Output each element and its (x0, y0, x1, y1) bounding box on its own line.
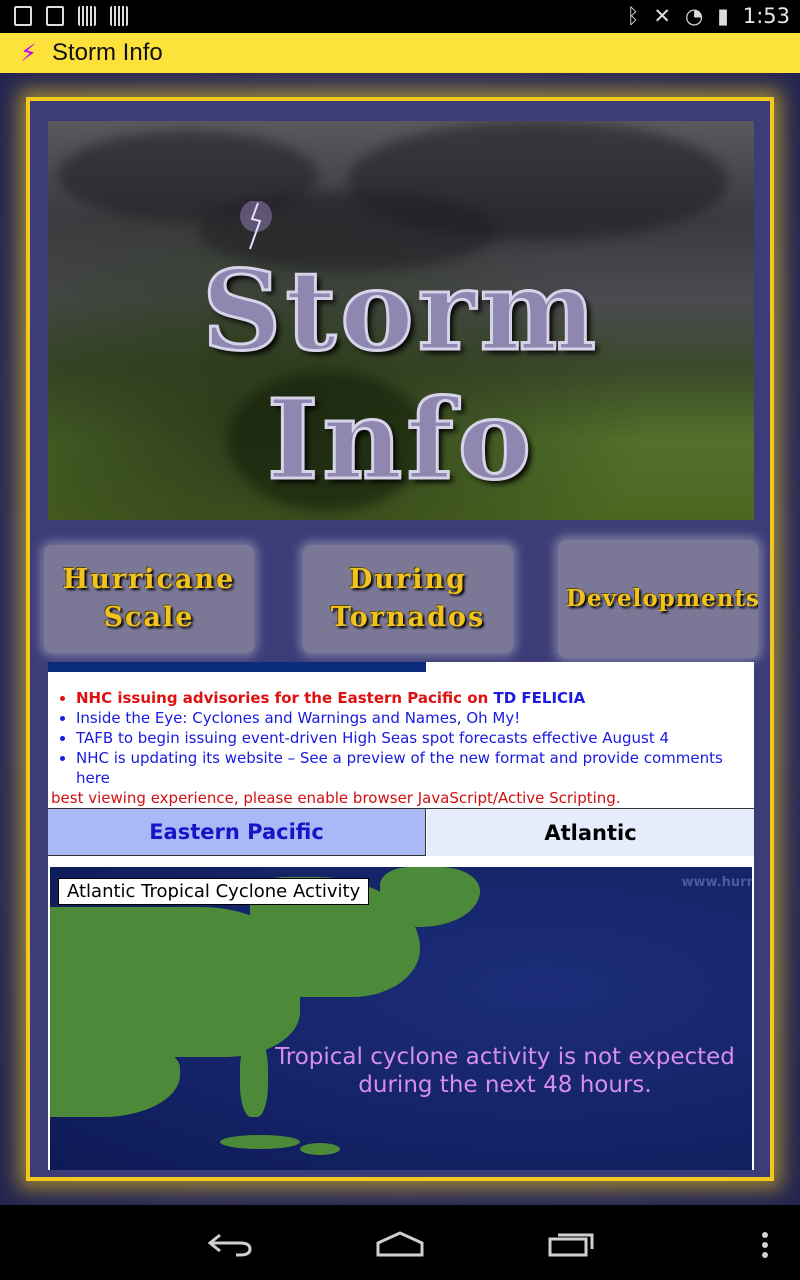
wifi-icon: ◔ (684, 4, 704, 28)
map-watermark: www.hurricane (681, 875, 752, 890)
header-strip (48, 662, 754, 672)
button-label-line1: During (348, 564, 468, 595)
home-icon[interactable] (375, 1231, 425, 1257)
action-bar: ⚡ Storm Info (0, 33, 800, 73)
menu-icon[interactable] (760, 1231, 770, 1261)
hurricane-scale-button[interactable]: Hurricane Scale (44, 545, 254, 653)
button-label-line2: Scale (103, 602, 195, 633)
image-icon (46, 6, 64, 26)
developments-button[interactable]: Developments (558, 540, 758, 658)
nhc-webview: NHC issuing advisories for the Eastern P… (48, 662, 754, 1170)
lightning-bolt-icon: ⚡ (20, 39, 37, 67)
barcode-icon (78, 6, 96, 26)
mute-icon: ✕ (653, 4, 671, 28)
navigation-bar (0, 1205, 800, 1280)
storm-link[interactable]: TD FELICIA (494, 689, 586, 707)
storm-info-banner: Storm Info (48, 121, 754, 520)
list-item[interactable]: NHC is updating its website – See a prev… (76, 748, 754, 788)
lightning-icon (240, 201, 272, 250)
outlook-message: Tropical cyclone activity is not expecte… (275, 1044, 735, 1098)
javascript-warning: best viewing experience, please enable b… (51, 789, 621, 807)
back-icon[interactable] (206, 1231, 254, 1257)
download-icon (14, 6, 32, 26)
banner-title: Storm Info (201, 245, 600, 506)
battery-icon: ▮ (717, 4, 729, 28)
app-title: Storm Info (52, 39, 163, 66)
map-title: Atlantic Tropical Cyclone Activity (58, 878, 370, 905)
list-item[interactable]: NHC issuing advisories for the Eastern P… (76, 688, 754, 708)
button-label-line1: Developments (566, 585, 758, 612)
list-item[interactable]: TAFB to begin issuing event-driven High … (76, 728, 754, 748)
during-tornados-button[interactable]: During Tornados (303, 545, 513, 653)
button-label-line2: Tornados (330, 602, 486, 633)
bluetooth-icon: ᛒ (626, 4, 640, 28)
news-list: NHC issuing advisories for the Eastern P… (48, 688, 754, 788)
barcode-icon (110, 6, 128, 26)
button-label-line1: Hurricane (62, 564, 236, 595)
tab-eastern-pacific[interactable]: Eastern Pacific (48, 809, 426, 856)
tropical-outlook-map[interactable]: Atlantic Tropical Cyclone Activity www.h… (50, 867, 752, 1170)
tab-atlantic[interactable]: Atlantic (427, 809, 754, 856)
list-item[interactable]: Inside the Eye: Cyclones and Warnings an… (76, 708, 754, 728)
recent-apps-icon[interactable] (548, 1231, 596, 1257)
basin-tabs: Eastern Pacific Atlantic (48, 808, 754, 857)
clock: 1:53 (742, 4, 790, 28)
status-bar: ᛒ ✕ ◔ ▮ 1:53 (0, 0, 800, 33)
